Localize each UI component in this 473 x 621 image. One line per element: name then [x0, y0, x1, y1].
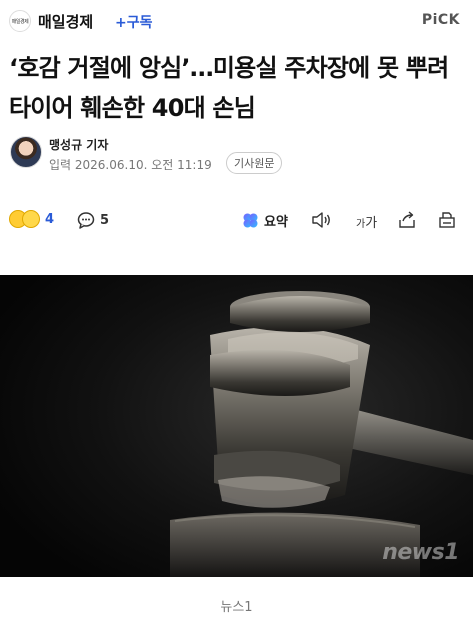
- gavel-illustration: [0, 275, 473, 577]
- reaction-count: 4: [45, 211, 55, 227]
- press-name[interactable]: 매일경제: [38, 11, 93, 32]
- font-size-small-label: 가: [356, 219, 366, 230]
- listen-button[interactable]: [311, 211, 333, 233]
- pick-badge: PiCK: [421, 12, 460, 28]
- action-bar: 4 5 요약 가가: [0, 202, 473, 238]
- press-logo[interactable]: 매일경제: [9, 10, 31, 32]
- press-logo-text: 매일경제: [11, 18, 29, 25]
- summary-label: 요약: [264, 215, 288, 230]
- share-icon: [399, 211, 415, 228]
- article-headline: ‘호감 거절에 앙심’…미용실 주차장에 못 뿌려 타이어 훼손한 40대 손님: [9, 54, 449, 122]
- photo-caption: 뉴스1: [220, 600, 253, 615]
- share-button[interactable]: [397, 211, 417, 233]
- top-bar: 매일경제 매일경제 +구독 PiCK: [0, 0, 473, 42]
- font-size-button[interactable]: 가가: [356, 212, 377, 231]
- comment-icon: [77, 212, 95, 229]
- reaction-button[interactable]: 4: [9, 210, 54, 228]
- print-button[interactable]: [438, 211, 456, 233]
- original-article-button[interactable]: 기사원문: [226, 152, 283, 174]
- comment-button[interactable]: 5: [77, 211, 109, 229]
- author-avatar[interactable]: [10, 136, 42, 168]
- article-date: 입력 2026.06.10. 오전 11:19: [49, 158, 212, 172]
- ai-summary-icon: [243, 213, 258, 228]
- font-size-large-label: 가: [365, 216, 378, 231]
- speaker-icon: [312, 212, 330, 228]
- summary-button[interactable]: 요약: [242, 211, 288, 230]
- photo-watermark: news1: [382, 540, 459, 565]
- comment-count: 5: [100, 212, 110, 228]
- article-photo[interactable]: news1: [0, 275, 473, 577]
- sad-emoji-icon: [22, 210, 40, 228]
- author-name[interactable]: 맹성규 기자: [49, 136, 108, 153]
- subscribe-button[interactable]: +구독: [115, 12, 153, 32]
- print-icon: [439, 212, 455, 228]
